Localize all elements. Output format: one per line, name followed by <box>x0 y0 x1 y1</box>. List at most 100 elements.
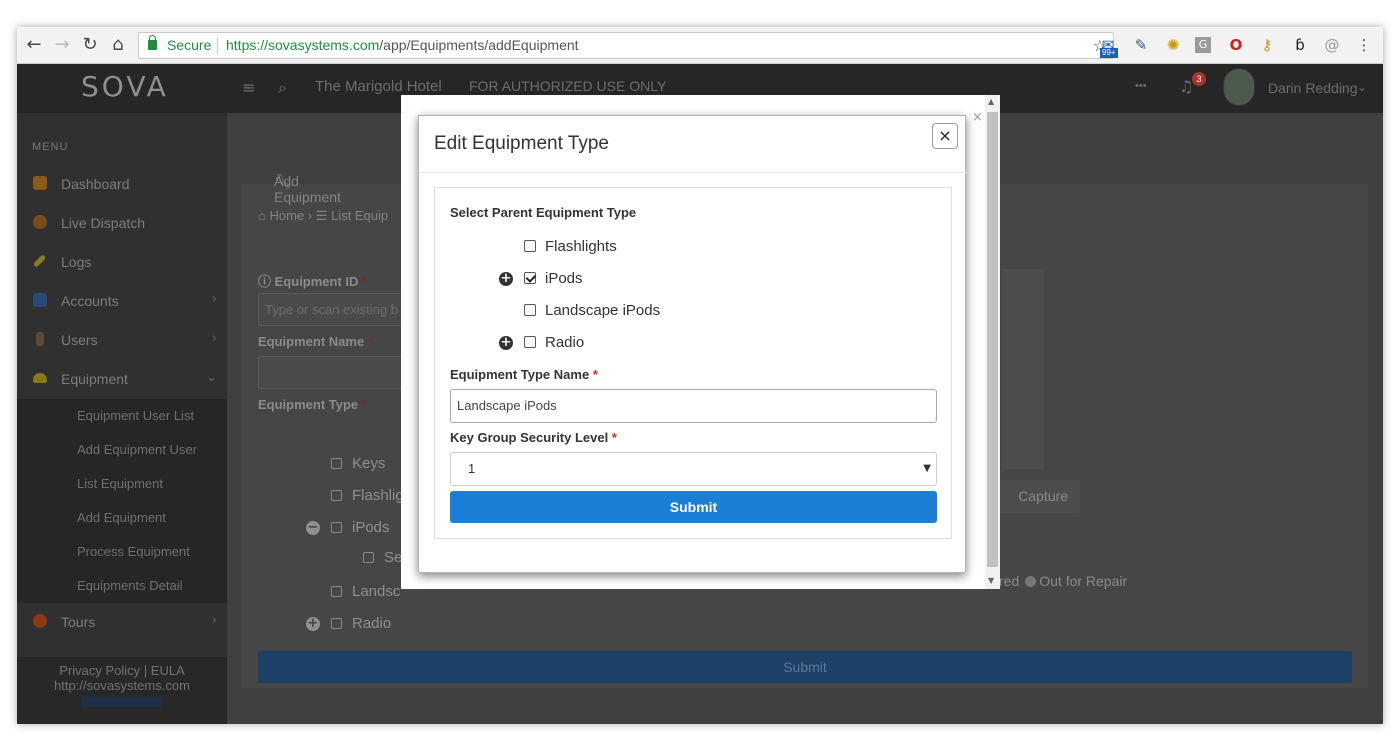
chevron-down-icon: ⌄ <box>206 370 217 385</box>
sidebar-item-tours[interactable]: Tours › <box>17 603 227 642</box>
search-icon[interactable]: ⌕ <box>278 78 287 98</box>
outer-close-icon[interactable]: × <box>972 110 983 125</box>
more-icon[interactable]: ••• <box>1135 80 1147 92</box>
home-icon <box>33 176 47 190</box>
sidebar-subitem-equipment-user-list[interactable]: Equipment User List <box>77 408 194 423</box>
footer-link-bar[interactable] <box>82 697 162 707</box>
sidebar-item-label: Dashboard <box>61 176 130 192</box>
scrollbar-thumb[interactable] <box>987 112 998 567</box>
checkbox[interactable] <box>331 458 342 469</box>
flashlights-checkbox[interactable] <box>524 240 536 252</box>
sidebar-item-dashboard[interactable]: Dashboard <box>17 165 227 204</box>
extension-g-icon[interactable]: G <box>1195 37 1211 53</box>
landscape-ipods-checkbox[interactable] <box>524 304 536 316</box>
checkbox[interactable] <box>331 522 342 533</box>
sidebar-item-accounts[interactable]: Accounts › <box>17 282 227 321</box>
page-submit-button[interactable]: Submit <box>258 651 1352 683</box>
sidebar-subitem-add-equipment-user[interactable]: Add Equipment User <box>77 442 197 457</box>
avatar[interactable] <box>1223 68 1255 106</box>
tree-item-child[interactable]: Se <box>363 549 402 566</box>
user-name[interactable]: Darin Redding <box>1268 80 1358 96</box>
secure-label: Secure <box>167 37 212 53</box>
sidebar-subitem-process-equipment[interactable]: Process Equipment <box>77 544 190 559</box>
expand-icon[interactable]: + <box>499 336 513 350</box>
sidebar-item-equipment[interactable]: Equipment ⌄ <box>17 360 227 399</box>
checkbox[interactable] <box>331 618 342 629</box>
key-icon[interactable]: ⚷ <box>1257 35 1277 55</box>
equipment-type-label-text: Equipment Type <box>258 397 359 412</box>
sidebar-item-logs[interactable]: Logs <box>17 243 227 282</box>
type-name-input[interactable]: Landscape iPods <box>450 389 937 423</box>
back-icon[interactable]: ← <box>23 34 45 56</box>
modal-submit-button[interactable]: Submit <box>450 491 937 523</box>
forward-icon[interactable]: → <box>51 34 73 56</box>
chevron-down-icon[interactable]: ⌄ <box>1357 80 1367 94</box>
edit-equipment-type-modal: Edit Equipment Type × Select Parent Equi… <box>418 115 967 573</box>
sidebar-subitem-add-equipment[interactable]: Add Equipment <box>77 510 166 525</box>
sidebar-item-label: Equipment <box>61 371 128 387</box>
sidebar-item-users[interactable]: Users › <box>17 321 227 360</box>
reload-icon[interactable]: ↻ <box>79 34 101 56</box>
tree-item-keys[interactable]: Keys <box>331 455 385 472</box>
equipment-id-input[interactable]: Type or scan existing b <box>258 293 418 326</box>
footer-url[interactable]: http://sovasystems.com <box>17 678 227 693</box>
modal-title: Edit Equipment Type <box>434 133 609 154</box>
required-mark: * <box>361 397 367 412</box>
expand-icon[interactable]: + <box>306 617 320 631</box>
tree-item-radio[interactable]: Radio <box>331 615 391 632</box>
out-for-repair-radio[interactable] <box>1025 576 1037 587</box>
capture-button[interactable]: Capture <box>990 480 1080 513</box>
required-mark: * <box>367 334 373 349</box>
expand-icon[interactable]: + <box>499 272 513 286</box>
tree-item-label: iPods <box>352 519 390 536</box>
extension-cookie-icon[interactable]: ✺ <box>1163 35 1183 55</box>
type-name-label: Equipment Type Name * <box>450 367 598 382</box>
footer-links[interactable]: Privacy Policy | EULA <box>17 663 227 678</box>
browser-menu-icon[interactable]: ⋮ <box>1354 35 1374 55</box>
breadcrumb-home[interactable]: Home <box>269 208 304 223</box>
eyedropper-icon[interactable]: ✎ <box>1131 35 1151 55</box>
url-host: https://sovasystems.com <box>226 37 380 53</box>
scroll-up-icon[interactable]: ▲ <box>988 97 994 106</box>
scroll-down-icon[interactable]: ▼ <box>988 576 994 585</box>
sova-logo[interactable]: SOVA <box>81 70 169 103</box>
parent-option-radio[interactable]: Radio <box>545 334 584 351</box>
checkbox[interactable] <box>331 490 342 501</box>
tree-item-ipods[interactable]: iPods <box>331 519 390 536</box>
collapse-icon[interactable]: − <box>306 521 320 535</box>
chevron-right-icon: › <box>211 292 217 307</box>
security-level-select[interactable]: 1 ▼ <box>450 452 937 486</box>
checkbox[interactable] <box>331 586 342 597</box>
tree-item-label: Flashlig <box>352 487 404 504</box>
breadcrumb-list[interactable]: List Equip <box>331 208 388 223</box>
close-icon[interactable]: × <box>932 123 958 149</box>
status-option-partial[interactable]: red <box>999 573 1019 589</box>
radio-checkbox[interactable] <box>524 336 536 348</box>
checkbox[interactable] <box>363 552 374 563</box>
property-name[interactable]: The Marigold Hotel <box>315 78 442 95</box>
browser-toolbar: ← → ↻ ⌂ Secure https://sovasystems.com/a… <box>17 27 1383 64</box>
tree-item-flashlights[interactable]: Flashlig <box>331 487 404 504</box>
sidebar-subitem-equipments-detail[interactable]: Equipments Detail <box>77 578 183 593</box>
address-separator <box>217 38 218 54</box>
tree-item-landscape[interactable]: Landsc <box>331 583 400 600</box>
sidebar-item-live-dispatch[interactable]: Live Dispatch <box>17 204 227 243</box>
hamburger-menu-icon[interactable]: ≡ <box>242 78 255 97</box>
extension-flame-icon[interactable]: ɓ <box>1290 35 1310 55</box>
parent-option-landscape-ipods[interactable]: Landscape iPods <box>545 302 660 319</box>
parent-option-flashlights[interactable]: Flashlights <box>545 238 617 255</box>
address-bar[interactable]: Secure https://sovasystems.com/app/Equip… <box>138 32 1114 59</box>
home-icon[interactable]: ⌂ <box>107 34 129 56</box>
equipment-id-label-text: Equipment ID <box>274 274 359 289</box>
extension-spiral-icon[interactable]: @ <box>1322 35 1342 55</box>
equipment-name-input[interactable] <box>258 356 418 389</box>
required-mark: * <box>592 367 598 382</box>
opera-icon[interactable]: O <box>1226 35 1246 55</box>
ipods-checkbox[interactable] <box>524 272 536 284</box>
menu-heading: MENU <box>32 141 69 153</box>
dialog-scrollbar[interactable]: ▲ ▼ <box>985 95 1000 589</box>
parent-option-ipods[interactable]: iPods <box>545 270 583 287</box>
security-level-label-text: Key Group Security Level <box>450 430 609 445</box>
status-option-repair[interactable]: Out for Repair <box>1039 573 1127 589</box>
sidebar-subitem-list-equipment[interactable]: List Equipment <box>77 476 163 491</box>
